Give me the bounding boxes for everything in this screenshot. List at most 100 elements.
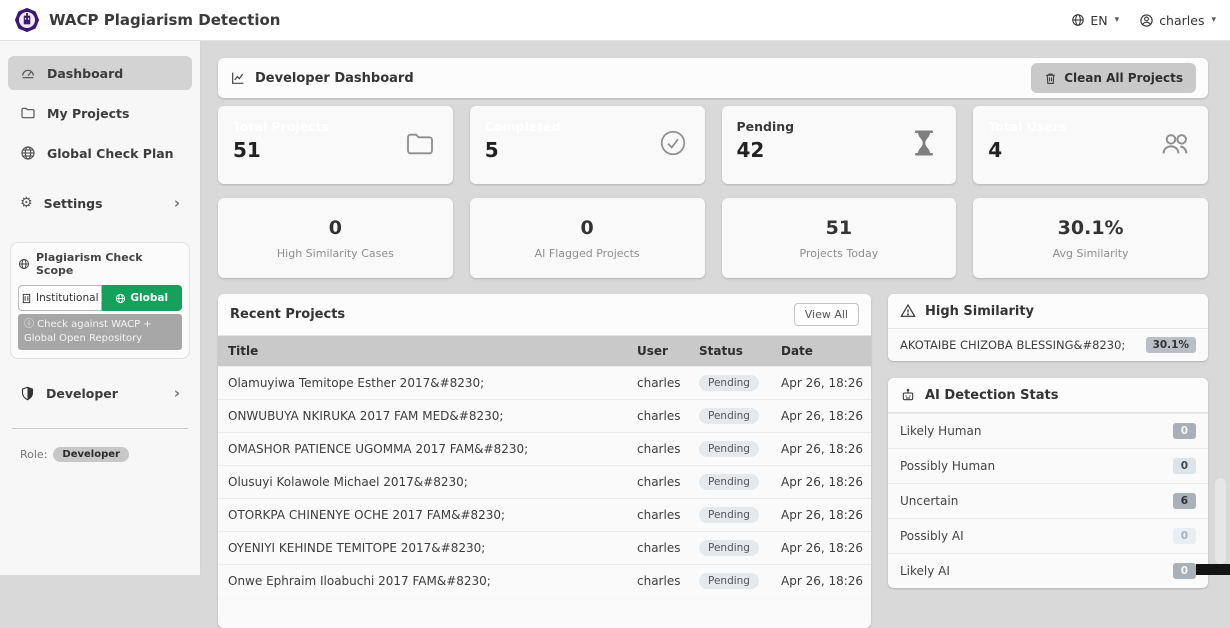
count-badge: 6 <box>1172 493 1196 509</box>
institutional-scope-button[interactable]: Institutional <box>18 285 102 311</box>
status-badge: Pending <box>699 573 759 589</box>
recent-projects-table: Title User Status Date Olamuyiwa Temitop… <box>218 336 871 597</box>
stat-card-total-projects: Total Projects 51 <box>218 106 453 184</box>
project-user: charles <box>627 366 689 400</box>
app-title: WACP Plagiarism Detection <box>49 11 281 29</box>
table-row[interactable]: Olusuyi Kolawole Michael 2017&#8230; cha… <box>218 465 871 499</box>
globe-icon <box>115 293 126 304</box>
recent-projects-panel: Recent Projects View All Title User Stat… <box>218 294 871 628</box>
caret-down-icon: ▾ <box>1114 15 1120 25</box>
project-title: OMASHOR PATIENCE UGOMMA 2017 FAM&#8230; <box>218 432 627 466</box>
metric-label: Avg Similarity <box>1052 246 1129 260</box>
folder-icon <box>404 128 436 160</box>
plagiarism-check-scope-widget: Plagiarism Check Scope Institutional Glo… <box>10 242 190 359</box>
gear-icon: ⚙ <box>20 195 33 211</box>
sidebar-item-developer[interactable]: Developer › <box>8 377 192 410</box>
warning-icon <box>900 303 916 319</box>
project-title: Olamuyiwa Temitope Esther 2017&#8230; <box>218 366 627 400</box>
app-header: WACP Plagiarism Detection EN ▾ charles ▾ <box>0 0 1230 41</box>
project-user: charles <box>627 399 689 433</box>
chevron-right-icon: › <box>173 384 180 402</box>
role-badge: Developer <box>53 447 129 462</box>
project-title: Onwe Ephraim Iloabuchi 2017 FAM&#8230; <box>218 564 627 597</box>
ai-detection-title: AI Detection Stats <box>925 387 1059 403</box>
metric-card-avg-similarity: 30.1% Avg Similarity <box>973 198 1208 278</box>
metric-value: 30.1% <box>1057 216 1124 239</box>
sidebar-item-dashboard[interactable]: Dashboard <box>8 56 192 90</box>
sidebar-item-label: Developer <box>46 386 118 401</box>
sidebar-item-settings[interactable]: ⚙ Settings › <box>8 186 192 220</box>
robot-icon <box>900 387 916 403</box>
ai-stat-row-likely-ai: Likely AI 0 <box>888 553 1208 588</box>
table-row[interactable]: OYENIYI KEHINDE TEMITOPE 2017&#8230; cha… <box>218 531 871 565</box>
username-label: charles <box>1159 12 1205 28</box>
column-header-status: Status <box>689 336 771 367</box>
ai-stat-label: Likely Human <box>900 424 982 438</box>
project-date: Apr 26, 18:26 <box>771 498 871 532</box>
column-header-user: User <box>627 336 689 367</box>
ai-stat-row-possibly-ai: Possibly AI 0 <box>888 518 1208 553</box>
count-badge: 0 <box>1172 423 1196 439</box>
count-badge: 0 <box>1172 563 1196 579</box>
sidebar-item-my-projects[interactable]: My Projects <box>8 96 192 130</box>
high-similarity-panel: High Similarity AKOTAIBE CHIZOBA BLESSIN… <box>888 294 1208 361</box>
column-header-date: Date <box>771 336 871 367</box>
project-title: OYENIYI KEHINDE TEMITOPE 2017&#8230; <box>218 531 627 565</box>
sidebar-item-global-check-plan[interactable]: Global Check Plan <box>8 136 192 170</box>
table-row[interactable]: ONWUBUYA NKIRUKA 2017 FAM MED&#8230; cha… <box>218 399 871 433</box>
app-logo-icon <box>14 7 40 33</box>
count-badge: 0 <box>1172 528 1196 544</box>
scrollbar-corner <box>1196 564 1230 575</box>
clean-all-projects-button[interactable]: Clean All Projects <box>1031 63 1196 93</box>
project-date: Apr 26, 18:26 <box>771 366 871 400</box>
view-all-button[interactable]: View All <box>793 303 859 326</box>
ai-stat-row-uncertain: Uncertain 6 <box>888 483 1208 518</box>
right-column: High Similarity AKOTAIBE CHIZOBA BLESSIN… <box>888 294 1208 588</box>
hourglass-icon <box>909 128 939 158</box>
metric-label: Projects Today <box>799 246 879 260</box>
status-badge: Pending <box>699 540 759 556</box>
project-title: Olusuyi Kolawole Michael 2017&#8230; <box>218 465 627 499</box>
table-row[interactable]: OTORKPA CHINENYE OCHE 2017 FAM&#8230; ch… <box>218 498 871 532</box>
high-similarity-item[interactable]: AKOTAIBE CHIZOBA BLESSING&#8230; 30.1% <box>888 329 1208 361</box>
metric-card-ai-flagged-projects: 0 AI Flagged Projects <box>469 198 705 278</box>
stat-card-total-users: Total Users 4 <box>973 106 1208 184</box>
sidebar-item-label: Settings <box>43 195 103 211</box>
globe-icon <box>20 145 36 161</box>
table-row[interactable]: Onwe Ephraim Iloabuchi 2017 FAM&#8230; c… <box>218 564 871 597</box>
shield-icon <box>20 386 35 401</box>
metric-value: 0 <box>328 216 342 239</box>
recent-projects-title: Recent Projects <box>230 307 346 322</box>
project-date: Apr 26, 18:26 <box>771 564 871 597</box>
project-date: Apr 26, 18:26 <box>771 465 871 499</box>
project-date: Apr 26, 18:26 <box>771 399 871 433</box>
role-row: Role: Developer <box>8 447 192 462</box>
metric-value: 51 <box>825 216 853 239</box>
table-row[interactable]: Olamuyiwa Temitope Esther 2017&#8230; ch… <box>218 366 871 400</box>
language-label: EN <box>1090 12 1108 28</box>
global-scope-button[interactable]: Global <box>101 285 182 311</box>
status-badge: Pending <box>699 375 759 391</box>
column-header-title: Title <box>218 336 627 367</box>
metric-value: 0 <box>580 216 594 239</box>
chevron-right-icon: › <box>173 193 180 212</box>
ai-stat-row-possibly-human: Possibly Human 0 <box>888 448 1208 483</box>
table-row[interactable]: OMASHOR PATIENCE UGOMMA 2017 FAM&#8230; … <box>218 432 871 466</box>
status-badge: Pending <box>699 408 759 424</box>
page-title: Developer Dashboard <box>255 70 414 86</box>
user-menu[interactable]: charles ▾ <box>1139 13 1216 28</box>
trash-icon <box>1044 72 1057 85</box>
table-header-row: Title User Status Date <box>218 336 871 367</box>
global-label: Global <box>130 292 169 304</box>
ai-stat-label: Likely AI <box>900 564 950 578</box>
chart-line-icon <box>230 70 246 86</box>
stat-card-completed: Completed 5 <box>469 106 705 184</box>
ai-stat-label: Possibly Human <box>900 459 996 473</box>
globe-icon <box>18 258 30 270</box>
project-user: charles <box>627 564 689 597</box>
project-user: charles <box>627 432 689 466</box>
scrollbar-thumb[interactable] <box>1215 478 1226 564</box>
page-titlebar: Developer Dashboard Clean All Projects <box>218 58 1208 98</box>
language-selector[interactable]: EN ▾ <box>1071 13 1119 28</box>
metric-label: High Similarity Cases <box>276 246 394 260</box>
